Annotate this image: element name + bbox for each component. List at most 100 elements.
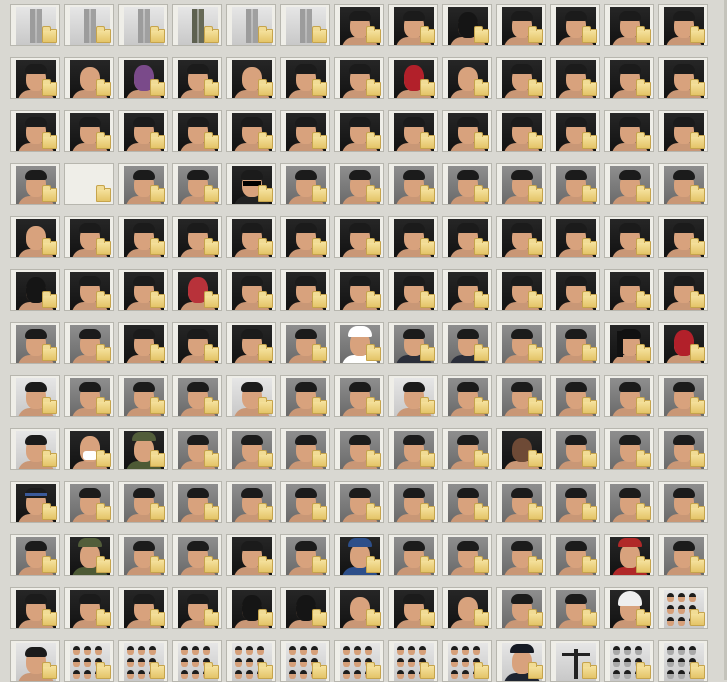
folder-thumbnail-face-gray[interactable] <box>172 534 222 576</box>
folder-thumbnail-face-gray[interactable] <box>172 428 222 470</box>
folder-thumbnail-mask-black[interactable] <box>442 4 492 46</box>
folder-thumbnail-face-light[interactable] <box>10 375 60 417</box>
folder-thumbnail-face-gray[interactable] <box>550 428 600 470</box>
folder-thumbnail-face-dark[interactable] <box>64 587 114 629</box>
folder-thumbnail-face-gray[interactable] <box>280 428 330 470</box>
folder-thumbnail-legs-gray[interactable] <box>118 4 168 46</box>
folder-thumbnail-face-gray[interactable] <box>334 481 384 523</box>
folder-thumbnail-face-light[interactable] <box>226 375 276 417</box>
folder-thumbnail-face-gray[interactable] <box>172 375 222 417</box>
folder-thumbnail-face-gray[interactable] <box>334 428 384 470</box>
folder-thumbnail-face-dark[interactable] <box>604 269 654 311</box>
folder-thumbnail-face-gray[interactable] <box>550 322 600 364</box>
folder-thumbnail-face-headband[interactable] <box>10 481 60 523</box>
folder-thumbnail-face-dark[interactable] <box>64 110 114 152</box>
folder-thumbnail-face-dark[interactable] <box>496 4 546 46</box>
folder-thumbnail-face-dark[interactable] <box>226 110 276 152</box>
folder-thumbnail-sheet-white[interactable] <box>226 640 276 682</box>
folder-thumbnail-face-dark[interactable] <box>550 57 600 99</box>
folder-thumbnail-face-dark[interactable] <box>280 57 330 99</box>
folder-thumbnail-face-gray[interactable] <box>388 163 438 205</box>
folder-thumbnail-face-gray[interactable] <box>172 163 222 205</box>
folder-thumbnail-face-gray[interactable] <box>442 428 492 470</box>
folder-thumbnail-mask-red[interactable] <box>658 322 708 364</box>
folder-thumbnail-face-dark[interactable] <box>172 216 222 258</box>
folder-thumbnail-face-dark[interactable] <box>658 269 708 311</box>
folder-thumbnail-face-dark[interactable] <box>334 216 384 258</box>
folder-thumbnail-face-gray[interactable] <box>64 375 114 417</box>
folder-thumbnail-face-dark[interactable] <box>10 110 60 152</box>
folder-thumbnail-face-gray[interactable] <box>442 534 492 576</box>
folder-thumbnail-sheet-white[interactable] <box>118 640 168 682</box>
folder-thumbnail-face-dark[interactable] <box>118 269 168 311</box>
folder-thumbnail-face-dark[interactable] <box>334 269 384 311</box>
folder-thumbnail-face-gray[interactable] <box>496 587 546 629</box>
folder-thumbnail-face-gray[interactable] <box>118 163 168 205</box>
folder-thumbnail-sheet-dark[interactable] <box>658 587 708 629</box>
folder-thumbnail-face-dark[interactable] <box>388 587 438 629</box>
folder-thumbnail-face-dark[interactable] <box>604 110 654 152</box>
folder-thumbnail-face-gray[interactable] <box>604 481 654 523</box>
folder-thumbnail-face-dark[interactable] <box>388 269 438 311</box>
folder-thumbnail-face-dark[interactable] <box>10 57 60 99</box>
folder-thumbnail-face-gray[interactable] <box>658 163 708 205</box>
folder-thumbnail-legs-gray[interactable] <box>280 4 330 46</box>
folder-thumbnail-sheet-mesh[interactable] <box>658 640 708 682</box>
folder-thumbnail-face-gray[interactable] <box>388 428 438 470</box>
folder-thumbnail-face-dark[interactable] <box>334 110 384 152</box>
folder-thumbnail-sheet-white[interactable] <box>388 640 438 682</box>
folder-thumbnail-face-dark[interactable] <box>658 57 708 99</box>
folder-thumbnail-face-gray[interactable] <box>280 375 330 417</box>
folder-thumbnail-face-dark[interactable] <box>280 269 330 311</box>
folder-thumbnail-face-gray[interactable] <box>118 375 168 417</box>
folder-thumbnail-face-dark[interactable] <box>550 269 600 311</box>
folder-thumbnail-figure-t[interactable] <box>550 640 600 682</box>
folder-thumbnail-face-dark[interactable] <box>118 322 168 364</box>
folder-thumbnail-face-gray[interactable] <box>334 163 384 205</box>
folder-thumbnail-face-gray[interactable] <box>658 428 708 470</box>
folder-thumbnail-face-dark[interactable] <box>496 57 546 99</box>
folder-thumbnail-face-gray[interactable] <box>658 534 708 576</box>
folder-thumbnail-face-dark-skin[interactable] <box>496 428 546 470</box>
folder-thumbnail-face-gray[interactable] <box>550 534 600 576</box>
folder-thumbnail-officer[interactable] <box>496 640 546 682</box>
folder-thumbnail-face-dark[interactable] <box>280 216 330 258</box>
folder-thumbnail-face-gray[interactable] <box>10 534 60 576</box>
folder-thumbnail-face-dark[interactable] <box>550 216 600 258</box>
folder-thumbnail-suit[interactable] <box>442 322 492 364</box>
folder-thumbnail-face-gray[interactable] <box>604 428 654 470</box>
folder-thumbnail-face-bald[interactable] <box>442 587 492 629</box>
folder-thumbnail-face-dark[interactable] <box>442 269 492 311</box>
folder-thumbnail-face-bald[interactable] <box>334 587 384 629</box>
folder-thumbnail-face-dark[interactable] <box>172 110 222 152</box>
folder-thumbnail-face-dark[interactable] <box>388 110 438 152</box>
folder-thumbnail-sunglasses[interactable] <box>226 163 276 205</box>
folder-thumbnail-face-dark[interactable] <box>334 4 384 46</box>
folder-thumbnail-mask-white[interactable] <box>64 428 114 470</box>
folder-thumbnail-sheet-white[interactable] <box>64 640 114 682</box>
folder-thumbnail-face-gray[interactable] <box>496 322 546 364</box>
folder-thumbnail-legs-gray[interactable] <box>226 4 276 46</box>
folder-thumbnail-face-dark[interactable] <box>550 110 600 152</box>
folder-thumbnail-face-dark[interactable] <box>118 216 168 258</box>
folder-thumbnail-legs-camo[interactable] <box>172 4 222 46</box>
folder-thumbnail-mask-black[interactable] <box>280 587 330 629</box>
folder-thumbnail-face-dark[interactable] <box>496 110 546 152</box>
folder-thumbnail-face-gray[interactable] <box>280 322 330 364</box>
folder-thumbnail-mask-black[interactable] <box>10 269 60 311</box>
folder-thumbnail-face-dark[interactable] <box>388 4 438 46</box>
folder-thumbnail-face-dark[interactable] <box>172 322 222 364</box>
folder-thumbnail-face-dark[interactable] <box>334 57 384 99</box>
folder-thumbnail-mask-red[interactable] <box>388 57 438 99</box>
folder-thumbnail-face-dark[interactable] <box>226 269 276 311</box>
folder-thumbnail-face-dark[interactable] <box>64 269 114 311</box>
folder-thumbnail-folder-only[interactable] <box>64 163 114 205</box>
folder-thumbnail-face-gray[interactable] <box>10 163 60 205</box>
folder-thumbnail-face-dark[interactable] <box>118 587 168 629</box>
folder-thumbnail-helmet[interactable] <box>604 587 654 629</box>
folder-thumbnail-cap-blue[interactable] <box>334 534 384 576</box>
folder-thumbnail-face-gray[interactable] <box>550 375 600 417</box>
folder-thumbnail-mask-black[interactable] <box>226 587 276 629</box>
folder-thumbnail-sheet-white[interactable] <box>280 640 330 682</box>
folder-thumbnail-face-gray[interactable] <box>10 322 60 364</box>
